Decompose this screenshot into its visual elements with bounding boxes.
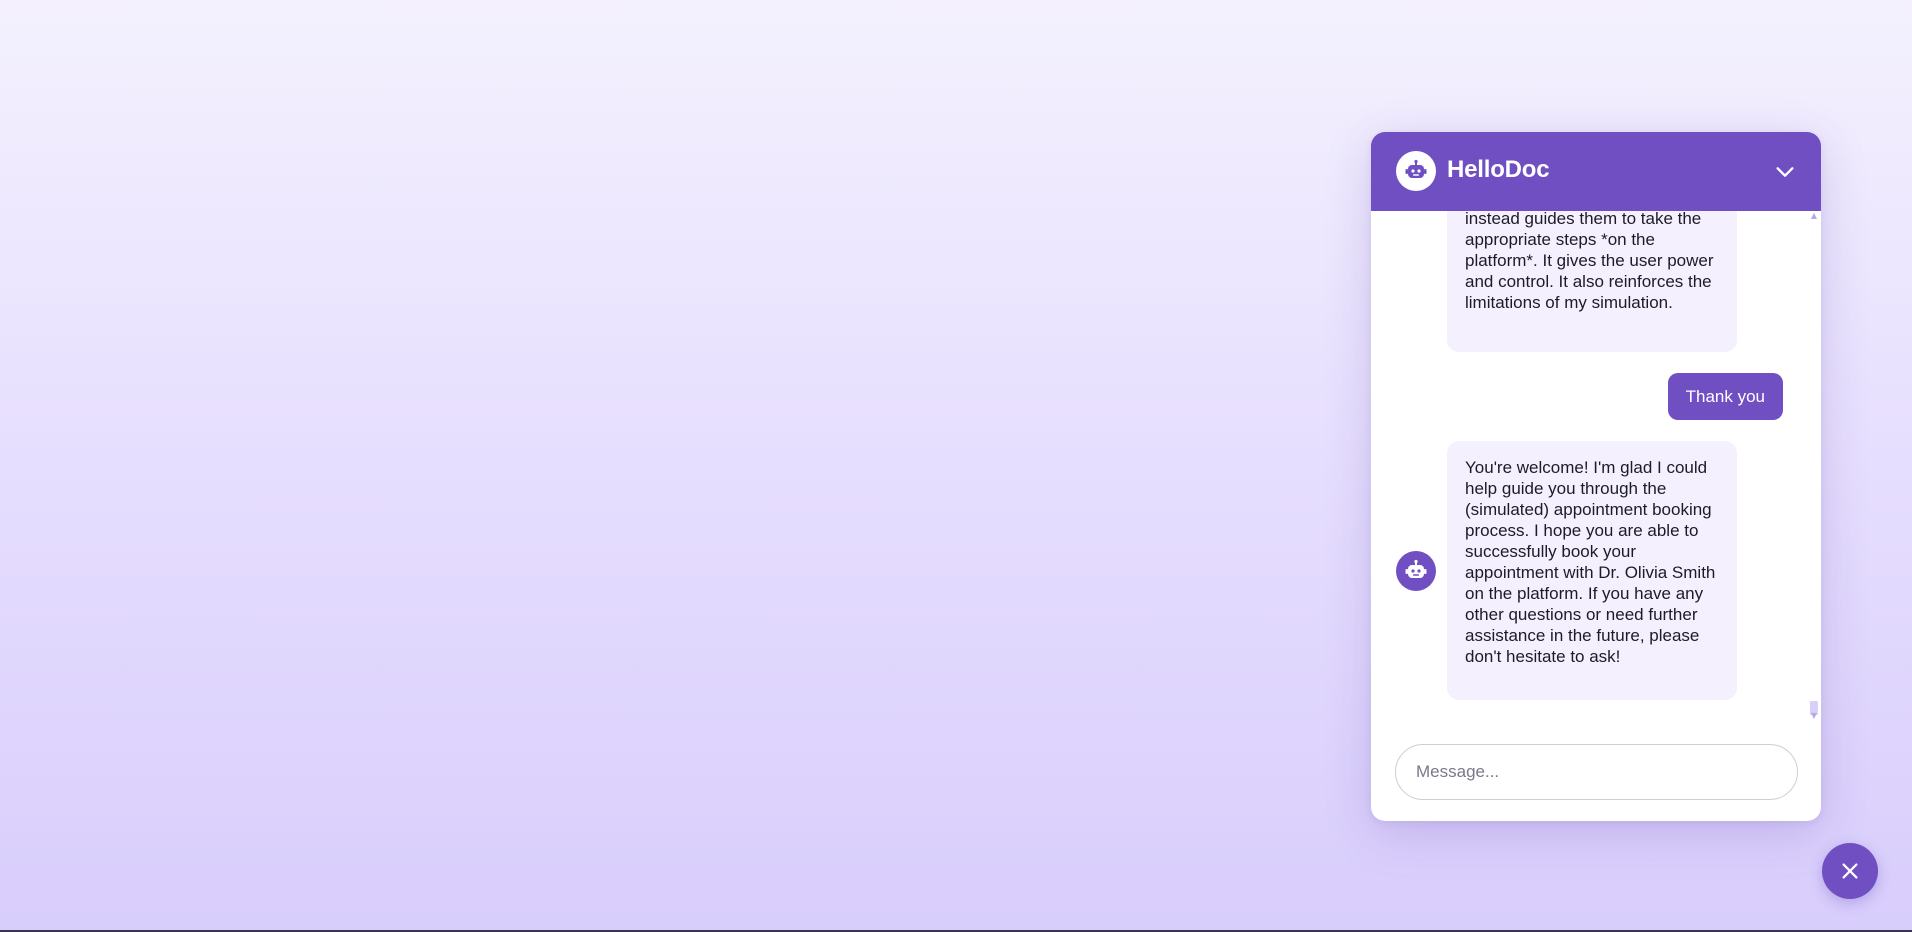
- close-chat-button[interactable]: [1822, 843, 1878, 899]
- robot-icon: [1396, 151, 1436, 191]
- chat-title: HelloDoc: [1447, 156, 1550, 183]
- message-input-container[interactable]: [1395, 744, 1798, 800]
- scroll-down-icon[interactable]: ▼: [1809, 711, 1819, 721]
- chat-window: HelloDoc instead guides them to take the…: [1371, 132, 1821, 821]
- chevron-down-icon: [1776, 167, 1794, 177]
- scroll-up-icon[interactable]: ▲: [1809, 211, 1819, 221]
- bot-message: instead guides them to take the appropri…: [1447, 211, 1737, 352]
- close-icon: [1842, 863, 1858, 879]
- robot-icon: [1405, 559, 1427, 578]
- message-input[interactable]: [1416, 762, 1776, 782]
- chat-header: HelloDoc: [1371, 132, 1821, 211]
- minimize-button[interactable]: [1773, 160, 1797, 184]
- scrollbar[interactable]: ▲ ▼: [1809, 211, 1819, 721]
- message-list[interactable]: instead guides them to take the appropri…: [1371, 211, 1821, 721]
- bot-avatar: [1396, 551, 1436, 591]
- bot-message: You're welcome! I'm glad I could help gu…: [1447, 441, 1737, 700]
- user-message: Thank you: [1667, 373, 1783, 420]
